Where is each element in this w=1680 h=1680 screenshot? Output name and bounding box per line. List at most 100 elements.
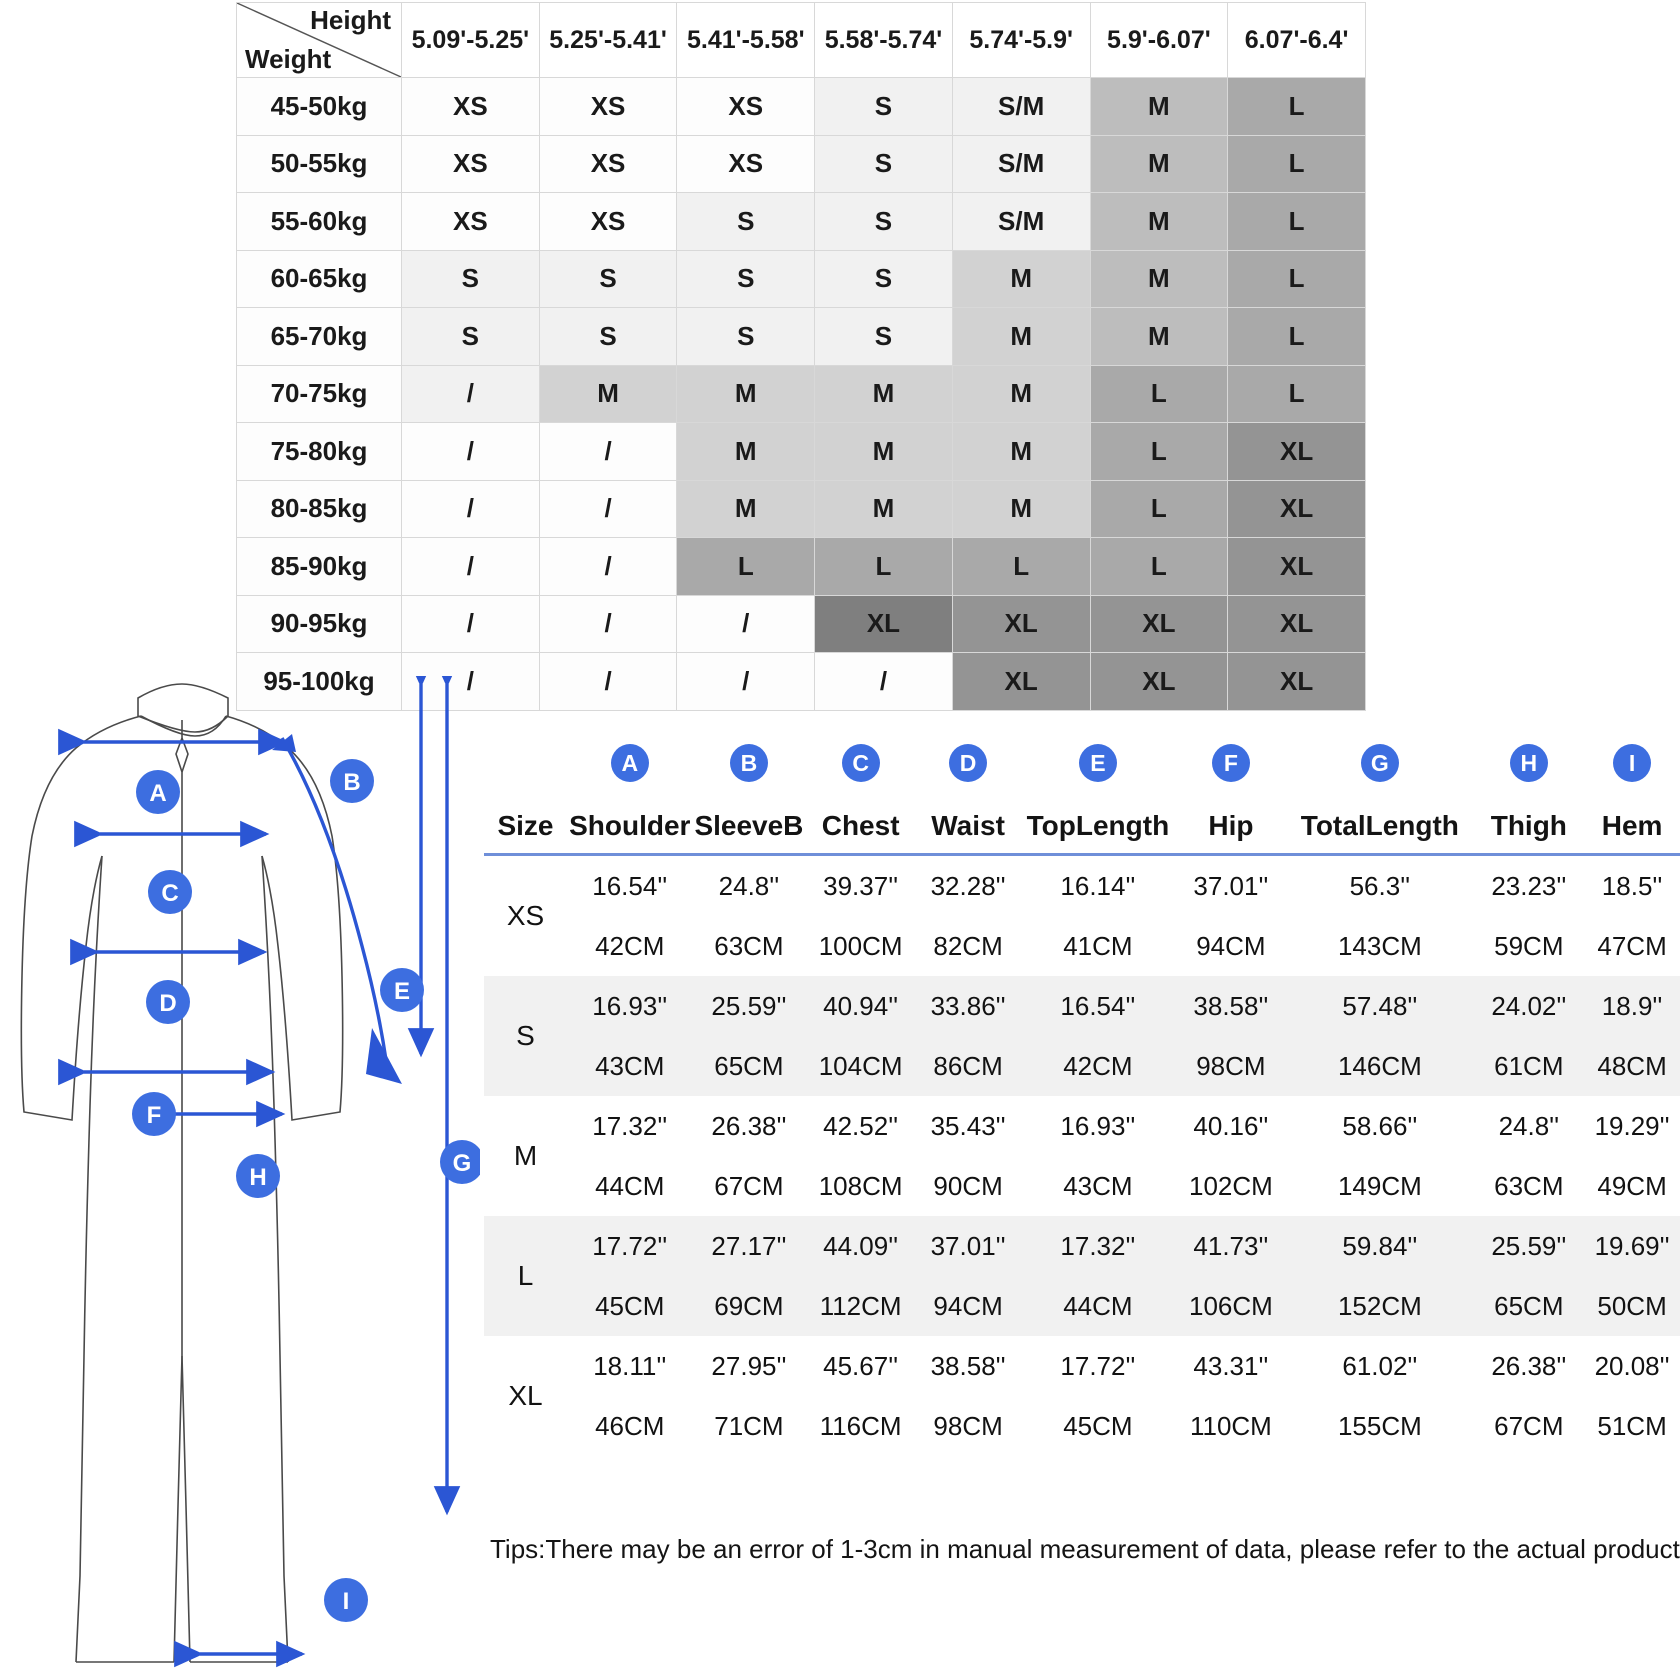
measurement-value-cm: 82CM: [933, 930, 1003, 961]
measurement-size-label: XL: [508, 1380, 543, 1411]
matrix-size-cell: /: [401, 422, 540, 481]
matrix-size-cell: S/M: [951, 77, 1091, 136]
measurement-value-cm: 98CM: [933, 1410, 1003, 1441]
matrix-weight-label: 65-70kg: [236, 307, 402, 366]
badge-a: A: [610, 744, 649, 782]
measurement-chart-panel: A B C D E F G H I Size Shoulder SleeveB …: [484, 726, 1680, 1556]
height-column-header: 5.9'-6.07': [1089, 2, 1229, 78]
matrix-size-cell: L: [1227, 307, 1366, 366]
measurement-value-inch: 37.01'': [1193, 870, 1269, 901]
matrix-size-cell: /: [401, 479, 540, 538]
measurement-row-inch: L 17.72'' 27.17'' 44.09'' 37.01'' 17.32'' 41.7…: [484, 1216, 1680, 1336]
measurement-value-inch: 17.32'': [1020, 1216, 1176, 1276]
diagram-marker-e-label: E: [394, 978, 410, 1005]
diagram-marker-c: C: [148, 870, 192, 914]
matrix-size-cell: M: [951, 364, 1091, 423]
matrix-size-cell: XS: [538, 134, 678, 193]
measurement-tips-note: Tips:There may be an error of 1-3cm in m…: [490, 1534, 1680, 1564]
column-header-toplength: TopLength: [1026, 810, 1170, 841]
corner-weight-label: Weight: [245, 44, 332, 74]
matrix-size-cell: /: [538, 594, 678, 653]
matrix-weight-label: 75-80kg: [236, 422, 402, 481]
matrix-size-cell: S: [676, 307, 816, 366]
matrix-size-cell: S: [401, 307, 540, 366]
diagram-marker-a: A: [136, 770, 180, 814]
matrix-size-cell: S: [401, 249, 540, 308]
measurement-value-cm: 61CM: [1473, 1036, 1585, 1096]
matrix-weight-label: 70-75kg: [236, 364, 402, 423]
measurement-value-inch: 26.38'': [711, 1110, 787, 1141]
measurement-value-cm: 112CM: [805, 1276, 916, 1336]
matrix-size-cell: XL: [1227, 537, 1366, 596]
badge-d: D: [949, 744, 988, 782]
measurement-value-cm: 43CM: [566, 1036, 693, 1096]
diagram-marker-i: I: [324, 1578, 368, 1622]
column-header-sleeveb: SleeveB: [694, 810, 804, 841]
badge-h: H: [1509, 744, 1548, 782]
measurement-value-inch: 35.43'': [930, 1110, 1006, 1141]
measurement-value-inch: 20.08'': [1594, 1350, 1670, 1381]
measurement-value-cm: 65CM: [692, 1036, 806, 1096]
matrix-size-cell: /: [401, 537, 540, 596]
diagram-marker-h: H: [236, 1154, 280, 1198]
matrix-size-cell: M: [1089, 249, 1229, 308]
measurement-value-cm: 104CM: [805, 1036, 916, 1096]
matrix-size-cell: L: [951, 537, 1091, 596]
measurement-value-cm: 149CM: [1337, 1170, 1422, 1201]
matrix-size-cell: XL: [1227, 594, 1366, 653]
measurement-value-cm: 116CM: [819, 1410, 902, 1441]
matrix-size-cell: XS: [676, 77, 816, 136]
measurement-value-inch: 39.37'': [823, 870, 899, 901]
diagram-marker-b: B: [330, 759, 374, 803]
measurement-value-inch: 45.67'': [823, 1350, 899, 1381]
measurement-row-inch: S 16.93'' 25.59'' 40.94'' 33.86'' 16.54'' 38.5…: [484, 976, 1680, 1096]
measurement-size-label: M: [513, 1140, 538, 1171]
measurement-value-inch: 38.58'': [930, 1350, 1006, 1381]
measurement-value-cm: 67CM: [1494, 1410, 1564, 1441]
matrix-size-cell: L: [1089, 364, 1229, 423]
measurement-value-inch: 27.95'': [711, 1350, 787, 1381]
badge-c: C: [841, 744, 880, 782]
column-header-waist: Waist: [931, 810, 1005, 841]
measurement-value-inch: 27.17'': [692, 1216, 806, 1276]
measurement-value-inch: 24.8'': [718, 870, 780, 901]
matrix-size-cell: L: [1227, 77, 1366, 136]
measurement-value-inch: 16.54'': [1020, 976, 1176, 1036]
measurement-value-inch: 37.01'': [915, 1216, 1021, 1276]
diagram-marker-i-label: I: [343, 1588, 350, 1615]
badge-spacer: [484, 726, 567, 800]
matrix-row: 45-50kg XS XS XS S S/M M L: [236, 77, 1366, 136]
matrix-body: 45-50kg XS XS XS S S/M M L 50-55kg XS XS XS S S/M M L 55…: [236, 77, 1366, 711]
column-header-hip: Hip: [1208, 810, 1254, 841]
corner-inner: Height Weight: [237, 3, 401, 77]
badge-cell-b: B: [693, 726, 806, 800]
measurement-value-inch: 25.59'': [1473, 1216, 1585, 1276]
measurement-row-inch: XL 18.11'' 27.95'' 45.67'' 38.58'' 17.72'' 43.…: [484, 1336, 1680, 1412]
matrix-size-cell: XL: [814, 594, 953, 653]
matrix-size-cell: S: [814, 307, 953, 366]
matrix-size-cell: L: [1227, 192, 1366, 251]
column-header-totallength: TotalLength: [1300, 810, 1459, 841]
matrix-size-cell: M: [951, 479, 1091, 538]
badge-b: B: [729, 744, 768, 782]
measurement-value-cm: 41CM: [1063, 930, 1133, 961]
measurement-value-inch: 16.93'': [566, 976, 693, 1036]
measurement-value-inch: 17.72'': [1060, 1350, 1136, 1381]
measurement-value-inch: 40.16'': [1193, 1110, 1269, 1141]
badge-cell-i: I: [1584, 726, 1680, 800]
measurement-value-cm: 152CM: [1286, 1276, 1474, 1336]
diagram-marker-b-label: B: [343, 769, 360, 796]
matrix-size-cell: S: [676, 192, 816, 251]
measurement-value-cm: 108CM: [818, 1170, 903, 1201]
measurement-value-inch: 57.48'': [1286, 976, 1474, 1036]
measurement-value-inch: 18.5'': [1601, 870, 1663, 901]
matrix-weight-label: 50-55kg: [236, 134, 402, 193]
measurement-value-inch: 18.11'': [593, 1350, 667, 1381]
measurement-value-cm: 59CM: [1494, 930, 1564, 961]
measurement-value-cm: 102CM: [1188, 1170, 1273, 1201]
measurement-value-inch: 26.38'': [1491, 1350, 1567, 1381]
height-column-header: 5.25'-5.41': [538, 2, 678, 78]
measurement-value-inch: 16.54'': [592, 870, 668, 901]
matrix-size-cell: M: [538, 364, 678, 423]
diagram-marker-e: E: [380, 968, 424, 1012]
